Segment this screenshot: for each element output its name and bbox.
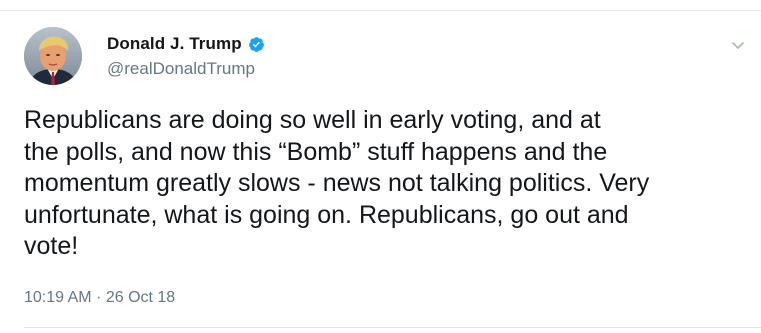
tweet-timestamp[interactable]: 10:19 AM · 26 Oct 18 [24, 289, 175, 307]
author-handle[interactable]: @realDonaldTrump [107, 59, 255, 79]
author-display-name[interactable]: Donald J. Trump [107, 34, 242, 54]
chevron-down-icon[interactable] [729, 38, 747, 52]
avatar[interactable] [24, 27, 82, 85]
bottom-divider [24, 327, 761, 328]
tweet-text: Republicans are doing so well in early v… [24, 106, 650, 260]
top-divider [0, 10, 761, 11]
avatar-image [24, 27, 82, 85]
author-name-row: Donald J. Trump [107, 33, 265, 55]
verified-badge-icon [248, 36, 265, 53]
